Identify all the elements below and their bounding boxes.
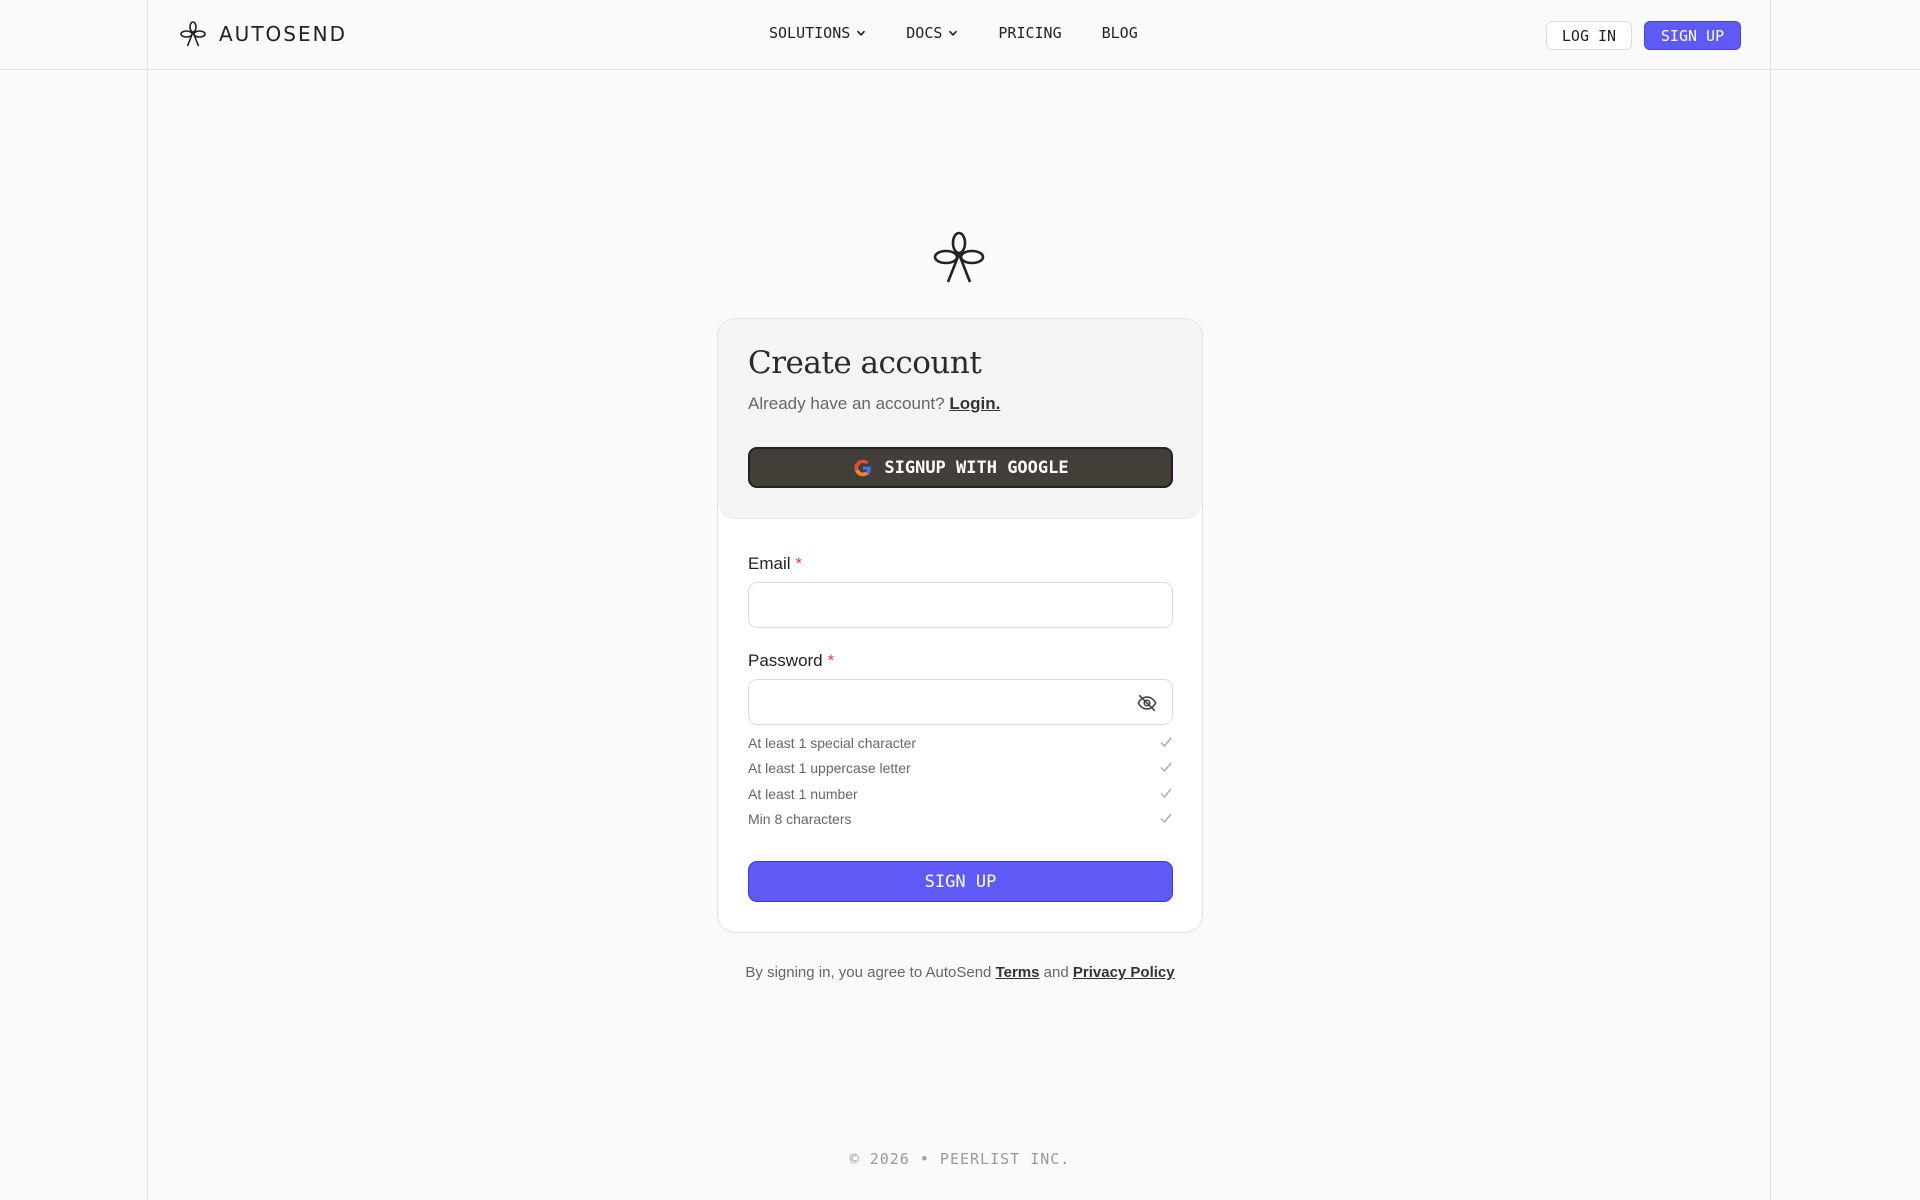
password-field-wrapper bbox=[748, 679, 1173, 725]
email-label: Email * bbox=[748, 554, 802, 574]
legal-prefix: By signing in, you agree to AutoSend bbox=[745, 964, 992, 981]
signup-button-header[interactable]: SIGN UP bbox=[1644, 21, 1741, 50]
password-rule-text: At least 1 number bbox=[748, 786, 858, 802]
autosend-logo-icon bbox=[180, 21, 206, 47]
check-icon bbox=[1160, 762, 1172, 773]
signup-card: Create account Already have an account? … bbox=[717, 318, 1203, 933]
brand[interactable]: AUTOSEND bbox=[179, 19, 347, 49]
password-field[interactable] bbox=[749, 680, 1172, 724]
have-account-text: Already have an account? bbox=[748, 394, 945, 413]
email-field[interactable] bbox=[749, 583, 1172, 627]
chevron-down-icon bbox=[857, 30, 866, 36]
check-icon bbox=[1160, 813, 1172, 824]
card-header: Create account Already have an account? … bbox=[718, 319, 1202, 519]
main-nav: SOLUTIONS DOCS PRICING BLOG bbox=[769, 24, 1138, 42]
required-mark: * bbox=[827, 651, 835, 670]
eye-off-icon[interactable] bbox=[1136, 692, 1158, 714]
legal-notice: By signing in, you agree to AutoSend Ter… bbox=[0, 964, 1920, 981]
autosend-logo-icon bbox=[933, 231, 985, 283]
nav-blog-label: BLOG bbox=[1101, 24, 1138, 42]
legal-and: and bbox=[1043, 964, 1069, 981]
email-label-text: Email bbox=[748, 554, 791, 573]
login-button[interactable]: LOG IN bbox=[1546, 21, 1632, 50]
check-icon bbox=[1160, 737, 1172, 748]
password-rule: At least 1 special character bbox=[748, 735, 1173, 751]
top-nav: AUTOSEND SOLUTIONS DOCS PRICING BLOG LOG… bbox=[0, 0, 1920, 70]
password-label: Password * bbox=[748, 651, 834, 671]
nav-blog[interactable]: BLOG bbox=[1102, 24, 1138, 42]
footer-copyright: © 2026 • PEERLIST INC. bbox=[849, 1150, 1071, 1168]
google-icon bbox=[854, 459, 872, 476]
nav-pricing-label: PRICING bbox=[998, 24, 1062, 42]
email-field-wrapper bbox=[748, 582, 1173, 628]
nav-docs[interactable]: DOCS bbox=[906, 24, 958, 42]
privacy-link[interactable]: Privacy Policy bbox=[1073, 964, 1175, 981]
nav-pricing[interactable]: PRICING bbox=[998, 24, 1061, 42]
password-rule-text: At least 1 uppercase letter bbox=[748, 760, 911, 776]
nav-solutions-label: SOLUTIONS bbox=[769, 24, 851, 42]
password-rule: Min 8 characters bbox=[748, 811, 1173, 827]
required-mark: * bbox=[795, 554, 803, 573]
nav-solutions[interactable]: SOLUTIONS bbox=[769, 24, 866, 42]
login-link[interactable]: Login. bbox=[949, 394, 1000, 413]
google-signup-label: SIGNUP WITH GOOGLE bbox=[884, 457, 1069, 478]
nav-docs-label: DOCS bbox=[906, 24, 943, 42]
login-prompt: Already have an account? Login. bbox=[748, 394, 1000, 414]
password-rule-text: Min 8 characters bbox=[748, 811, 852, 827]
password-rule: At least 1 number bbox=[748, 786, 1173, 802]
password-label-text: Password bbox=[748, 651, 823, 670]
page-title: Create account bbox=[748, 345, 982, 381]
chevron-down-icon bbox=[949, 30, 958, 36]
signup-submit-button[interactable]: SIGN UP bbox=[748, 861, 1173, 902]
password-rule-text: At least 1 special character bbox=[748, 735, 917, 751]
password-rule: At least 1 uppercase letter bbox=[748, 760, 1173, 776]
brand-name: AUTOSEND bbox=[219, 22, 347, 46]
terms-link[interactable]: Terms bbox=[996, 964, 1040, 981]
check-icon bbox=[1160, 788, 1172, 799]
google-signup-button[interactable]: SIGNUP WITH GOOGLE bbox=[748, 447, 1173, 488]
